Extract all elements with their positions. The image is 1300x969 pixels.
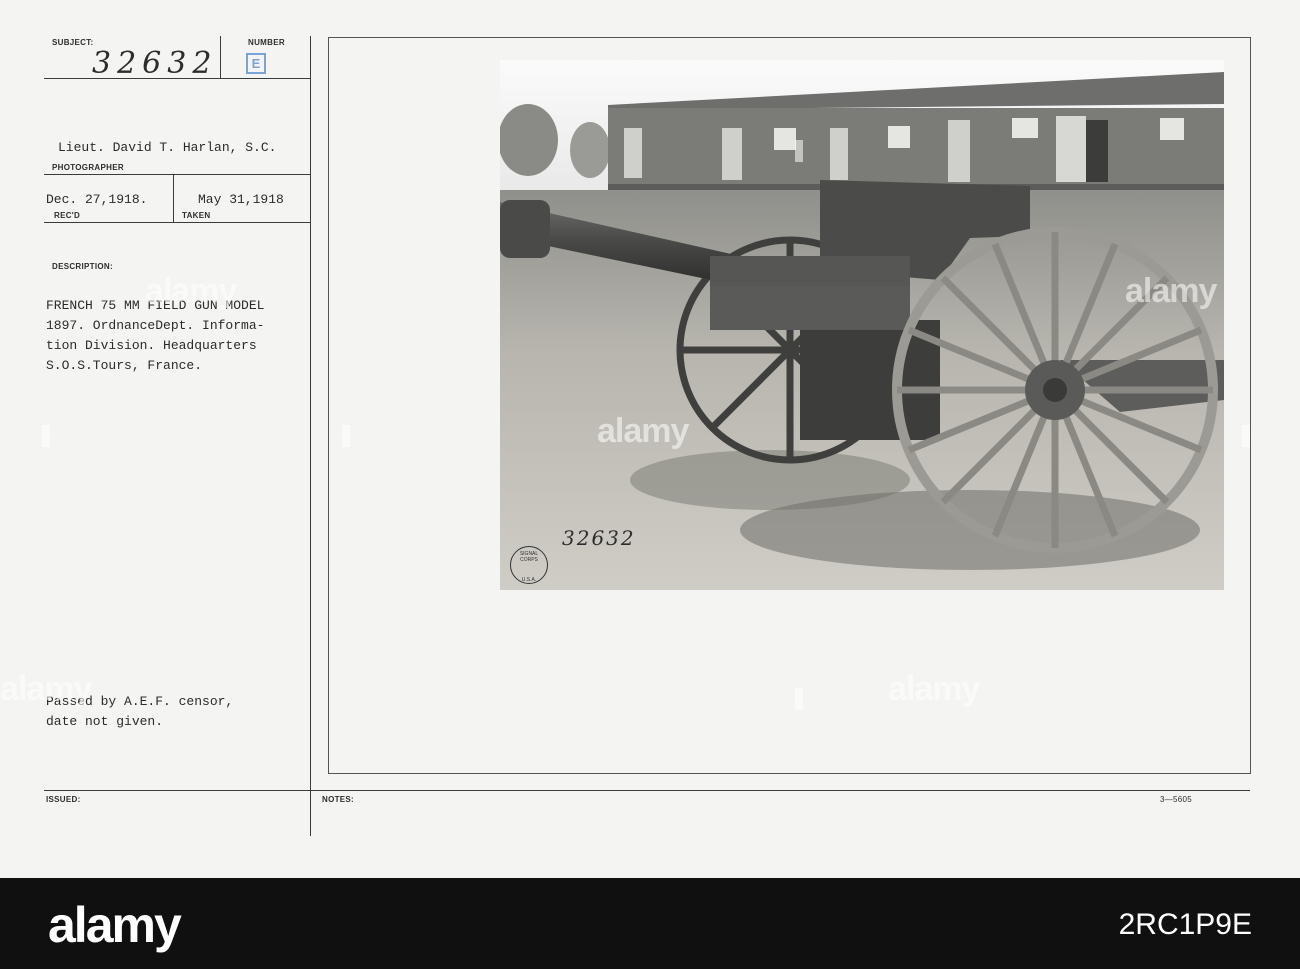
received-date: Dec. 27,1918. — [46, 192, 148, 207]
description-line: tion Division. Headquarters — [46, 338, 257, 353]
number-label: NUMBER — [248, 38, 285, 47]
stamp-line: U.S.A. — [521, 577, 537, 583]
alamy-logo: alamy — [48, 897, 182, 953]
watermark-mark — [1242, 425, 1250, 447]
watermark-text: alamy — [0, 670, 92, 708]
photographer-rule — [44, 174, 310, 175]
archive-card: SUBJECT: 32632 NUMBER E Lieut. David T. … — [0, 0, 1300, 878]
field-gun-illustration — [500, 60, 1224, 590]
description-line: 1897. OrdnanceDept. Informa- — [46, 318, 265, 333]
subject-number: 32632 — [92, 46, 218, 81]
watermark-mark — [342, 425, 350, 447]
alamy-banner: alamy 2RC1P9E — [0, 878, 1300, 969]
notes-label: NOTES: — [322, 795, 355, 804]
watermark-text: alamy — [597, 412, 689, 450]
description-label: DESCRIPTION: — [52, 262, 113, 271]
censor-line: date not given. — [46, 714, 164, 729]
description-line: S.O.S.Tours, France. — [46, 358, 203, 373]
taken-date: May 31,1918 — [198, 192, 284, 207]
image-id: 2RC1P9E — [1118, 908, 1252, 941]
watermark-text: alamy — [145, 272, 237, 310]
left-column-divider — [310, 36, 311, 836]
watermark-text: alamy — [888, 670, 980, 708]
number-stamp: E — [246, 53, 266, 74]
taken-label: TAKEN — [182, 211, 211, 220]
photographer-label: PHOTOGRAPHER — [52, 163, 124, 172]
signal-corps-stamp: SIGNAL CORPS U.S.A. — [510, 546, 548, 584]
field-gun-photograph: 32632 SIGNAL CORPS U.S.A. — [500, 60, 1224, 590]
watermark-mark — [42, 425, 50, 447]
stamp-line: SIGNAL CORPS — [519, 551, 539, 563]
watermark-text: alamy — [1125, 272, 1217, 310]
watermark-mark — [795, 688, 803, 710]
subject-label: SUBJECT: — [52, 38, 94, 47]
date-rule — [44, 222, 310, 223]
subject-divider — [220, 36, 221, 78]
watermark-mark — [795, 140, 803, 162]
photo-handwritten-number: 32632 — [562, 526, 636, 550]
received-label: REC'D — [54, 211, 81, 220]
issued-label: ISSUED: — [46, 795, 81, 804]
bottom-rule — [44, 790, 1250, 791]
date-divider — [173, 174, 174, 222]
form-code: 3—5605 — [1160, 795, 1193, 804]
photographer-name: Lieut. David T. Harlan, S.C. — [58, 140, 277, 155]
